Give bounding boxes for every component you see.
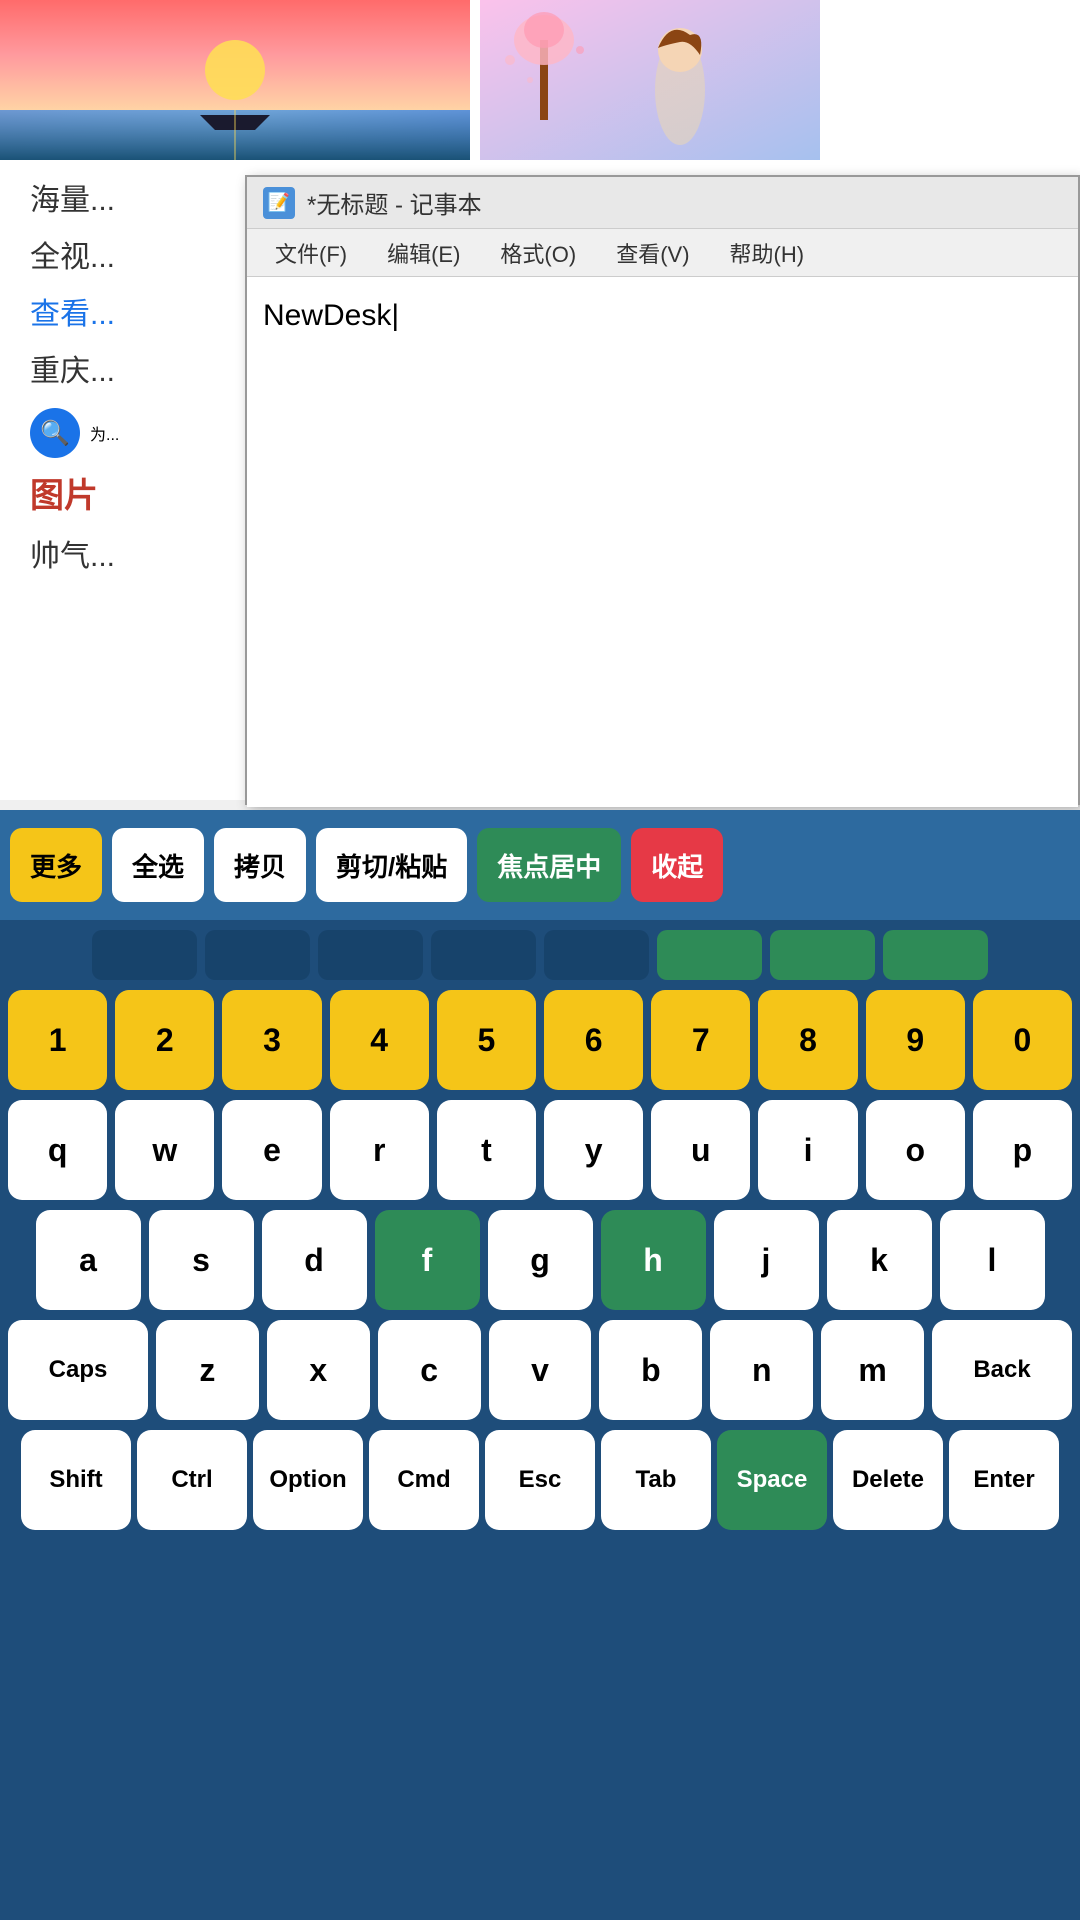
key-space[interactable]: Space	[717, 1430, 827, 1530]
key-a[interactable]: a	[36, 1210, 141, 1310]
key-e[interactable]: e	[222, 1100, 321, 1200]
menu-file[interactable]: 文件(F)	[255, 229, 367, 277]
toolbar-focus-button[interactable]: 焦点居中	[477, 828, 621, 902]
key-9[interactable]: 9	[866, 990, 965, 1090]
notepad-content[interactable]: NewDesk	[247, 277, 1078, 807]
keyboard-zxcv-row: Caps z x c v b n m Back	[8, 1320, 1072, 1420]
key-3[interactable]: 3	[222, 990, 321, 1090]
key-delete[interactable]: Delete	[833, 1430, 943, 1530]
notepad-title: *无标题 - 记事本	[307, 185, 1062, 220]
key-tab[interactable]: Tab	[601, 1430, 711, 1530]
key-x[interactable]: x	[267, 1320, 370, 1420]
key-4[interactable]: 4	[330, 990, 429, 1090]
keyboard-asdf-row: a s d f g h j k l	[8, 1210, 1072, 1310]
key-5[interactable]: 5	[437, 990, 536, 1090]
toolbar-more-button[interactable]: 更多	[10, 828, 102, 902]
key-cmd[interactable]: Cmd	[369, 1430, 479, 1530]
key-0[interactable]: 0	[973, 990, 1072, 1090]
notepad-text: NewDesk	[263, 299, 391, 332]
key-v[interactable]: v	[489, 1320, 592, 1420]
key-i[interactable]: i	[758, 1100, 857, 1200]
key-z[interactable]: z	[156, 1320, 259, 1420]
key-p[interactable]: p	[973, 1100, 1072, 1200]
key-r[interactable]: r	[330, 1100, 429, 1200]
key-u[interactable]: u	[651, 1100, 750, 1200]
key-t[interactable]: t	[437, 1100, 536, 1200]
keyboard-toolbar: 更多 全选 拷贝 剪切/粘贴 焦点居中 收起	[0, 810, 1080, 920]
key-k[interactable]: k	[827, 1210, 932, 1310]
toolbar-cutpaste-button[interactable]: 剪切/粘贴	[316, 828, 467, 902]
menu-help[interactable]: 帮助(H)	[710, 229, 825, 277]
toolbar-copy-button[interactable]: 拷贝	[214, 828, 306, 902]
toolbar-selectall-button[interactable]: 全选	[112, 828, 204, 902]
key-l[interactable]: l	[940, 1210, 1045, 1310]
key-caps[interactable]: Caps	[8, 1320, 148, 1420]
text-cursor	[391, 299, 399, 332]
key-7[interactable]: 7	[651, 990, 750, 1090]
menu-view[interactable]: 查看(V)	[596, 229, 709, 277]
key-n[interactable]: n	[710, 1320, 813, 1420]
key-ctrl[interactable]: Ctrl	[137, 1430, 247, 1530]
key-2[interactable]: 2	[115, 990, 214, 1090]
key-shift[interactable]: Shift	[21, 1430, 131, 1530]
key-w[interactable]: w	[115, 1100, 214, 1200]
key-d[interactable]: d	[262, 1210, 367, 1310]
key-1[interactable]: 1	[8, 990, 107, 1090]
toolbar-collapse-button[interactable]: 收起	[631, 828, 723, 902]
key-6[interactable]: 6	[544, 990, 643, 1090]
keyboard-accent-row	[8, 930, 1072, 980]
key-back[interactable]: Back	[932, 1320, 1072, 1420]
menu-format[interactable]: 格式(O)	[480, 229, 596, 277]
key-f[interactable]: f	[375, 1210, 480, 1310]
key-j[interactable]: j	[714, 1210, 819, 1310]
keyboard-qwerty-row: q w e r t y u i o p	[8, 1100, 1072, 1200]
keyboard-bottom-row: Shift Ctrl Option Cmd Esc Tab Space Dele…	[8, 1430, 1072, 1530]
key-h[interactable]: h	[601, 1210, 706, 1310]
key-c[interactable]: c	[378, 1320, 481, 1420]
key-8[interactable]: 8	[758, 990, 857, 1090]
browser-image-left	[0, 0, 470, 160]
key-option[interactable]: Option	[253, 1430, 363, 1530]
key-o[interactable]: o	[866, 1100, 965, 1200]
notepad-menubar: 文件(F) 编辑(E) 格式(O) 查看(V) 帮助(H)	[247, 229, 1078, 277]
search-text: 为...	[90, 421, 119, 445]
menu-edit[interactable]: 编辑(E)	[367, 229, 480, 277]
key-y[interactable]: y	[544, 1100, 643, 1200]
notepad-icon: 📝	[263, 187, 295, 219]
key-m[interactable]: m	[821, 1320, 924, 1420]
key-enter[interactable]: Enter	[949, 1430, 1059, 1530]
key-q[interactable]: q	[8, 1100, 107, 1200]
keyboard-number-row: 1 2 3 4 5 6 7 8 9 0	[8, 990, 1072, 1090]
key-esc[interactable]: Esc	[485, 1430, 595, 1530]
notepad-window: 📝 *无标题 - 记事本 文件(F) 编辑(E) 格式(O) 查看(V) 帮助(…	[245, 175, 1080, 805]
browser-images	[0, 0, 1080, 160]
keyboard-area: 1 2 3 4 5 6 7 8 9 0 q w e r t y u i o p …	[0, 920, 1080, 1920]
browser-image-right	[480, 0, 820, 160]
key-s[interactable]: s	[149, 1210, 254, 1310]
key-b[interactable]: b	[599, 1320, 702, 1420]
key-g[interactable]: g	[488, 1210, 593, 1310]
notepad-titlebar[interactable]: 📝 *无标题 - 记事本	[247, 177, 1078, 229]
search-icon: 🔍	[30, 408, 80, 458]
